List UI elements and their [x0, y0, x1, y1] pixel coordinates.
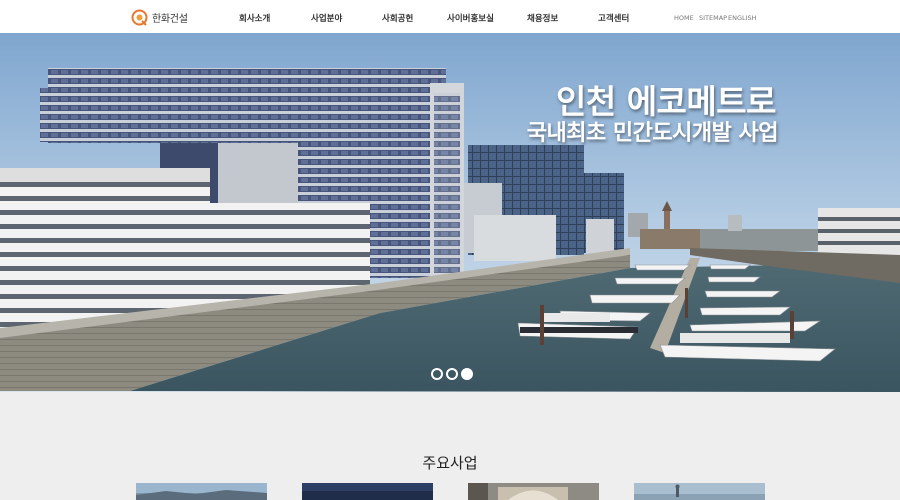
util-sitemap-link[interactable]: SITEMAP: [699, 14, 727, 22]
util-english-link[interactable]: ENGLISH: [728, 14, 757, 22]
business-thumb-1[interactable]: [136, 483, 267, 500]
main-business-section: 주요사업: [0, 392, 900, 500]
nav-business[interactable]: 사업분야: [311, 12, 342, 24]
section-title: 주요사업: [422, 454, 478, 472]
nav-company[interactable]: 회사소개: [239, 12, 270, 24]
business-thumb-4-image: [634, 483, 765, 500]
business-thumb-4[interactable]: [634, 483, 765, 500]
slide-pagination: [431, 368, 473, 380]
slide-dot-1[interactable]: [431, 368, 443, 380]
nav-recruit[interactable]: 채용정보: [527, 12, 558, 24]
hero-banner: 인천 에코메트로 국내최초 민간도시개발 사업: [0, 33, 900, 392]
business-thumb-3[interactable]: [468, 483, 599, 500]
business-thumb-3-image: [468, 483, 599, 500]
business-thumb-2-image: [302, 483, 433, 500]
logo[interactable]: 한화건설: [131, 8, 188, 26]
hanwha-logo-icon: [131, 9, 148, 26]
util-home-link[interactable]: HOME: [674, 14, 694, 22]
hero-subtitle: 국내최초 민간도시개발 사업: [526, 121, 779, 146]
slide-dot-3-active[interactable]: [461, 368, 473, 380]
slide-dot-2[interactable]: [446, 368, 458, 380]
nav-pr[interactable]: 사이버홍보실: [447, 12, 494, 24]
nav-customer[interactable]: 고객센터: [598, 12, 629, 24]
business-thumb-1-image: [136, 483, 267, 500]
logo-text: 한화건설: [152, 13, 188, 25]
site-header: 한화건설 회사소개 사업분야 사회공헌 사이버홍보실 채용정보 고객센터 HOM…: [0, 0, 900, 33]
nav-social[interactable]: 사회공헌: [382, 12, 413, 24]
business-thumb-2[interactable]: [302, 483, 433, 500]
